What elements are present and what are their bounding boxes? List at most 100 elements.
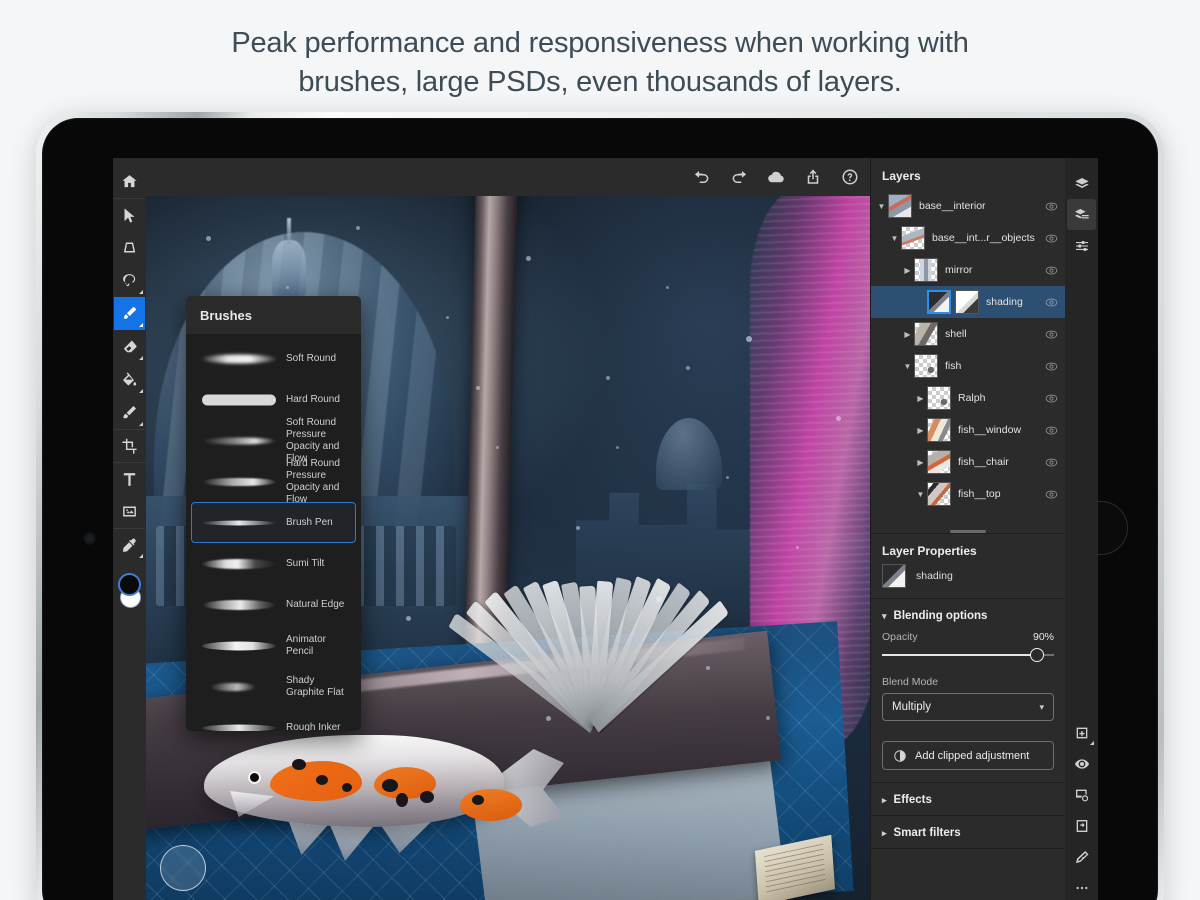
slider-knob[interactable] xyxy=(1029,648,1044,662)
brush-tool-icon[interactable] xyxy=(114,297,145,330)
color-swatches[interactable] xyxy=(114,571,145,613)
text-tool-icon[interactable] xyxy=(114,462,145,495)
layer-thumbnail[interactable] xyxy=(888,194,912,218)
layer-row[interactable]: ▶ mirror xyxy=(871,254,1065,286)
opacity-slider[interactable] xyxy=(882,648,1054,662)
chevron-right-icon[interactable]: ▶ xyxy=(914,394,927,403)
layers-stack-icon[interactable] xyxy=(1067,168,1096,199)
chevron-down-icon[interactable]: ▼ xyxy=(875,202,888,211)
brush-item[interactable]: Brush Pen xyxy=(191,502,356,543)
redo-icon[interactable] xyxy=(729,167,749,187)
visibility-icon[interactable] xyxy=(1043,456,1059,469)
brushes-panel-title: Brushes xyxy=(186,296,361,334)
more-options-icon[interactable] xyxy=(1067,872,1096,900)
clipping-mask-icon[interactable] xyxy=(1067,841,1096,872)
layer-thumbnail[interactable] xyxy=(927,418,951,442)
visibility-icon[interactable] xyxy=(1043,360,1059,373)
brush-item[interactable]: Hard Round Pressure Opacity and Flow xyxy=(191,458,356,505)
visibility-icon[interactable] xyxy=(1043,328,1059,341)
transform-tool-icon[interactable] xyxy=(114,231,145,264)
layer-row[interactable]: ▶ Ralph xyxy=(871,382,1065,414)
brush-item[interactable]: Animator Pencil xyxy=(191,625,356,666)
layer-row[interactable]: ▶ fish__chair xyxy=(871,446,1065,478)
chevron-down-icon[interactable]: ▼ xyxy=(914,490,927,499)
eraser-tool-icon[interactable] xyxy=(114,330,145,363)
visibility-icon[interactable] xyxy=(1067,748,1096,779)
brush-item[interactable]: Natural Edge xyxy=(191,584,356,625)
chevron-right-icon[interactable]: ▶ xyxy=(914,458,927,467)
add-layer-icon[interactable] xyxy=(1067,717,1096,748)
tool-rail xyxy=(113,158,146,900)
layer-row[interactable]: ▼ fish xyxy=(871,350,1065,382)
brush-item[interactable]: Shady Graphite Flat xyxy=(191,666,356,707)
blending-options-header[interactable]: ▾ Blending options xyxy=(871,599,1065,631)
brush-item[interactable]: Soft Round Pressure Opacity and Flow xyxy=(191,417,356,464)
layer-mask-thumbnail[interactable] xyxy=(955,290,979,314)
layer-thumbnail[interactable] xyxy=(927,290,951,314)
add-clipped-adjustment-button[interactable]: Add clipped adjustment xyxy=(882,741,1054,770)
layer-row[interactable]: ▼ base__int...r__objects xyxy=(871,222,1065,254)
share-icon[interactable] xyxy=(803,167,823,187)
brush-item[interactable]: Rough Inker xyxy=(191,707,356,731)
koi-eye xyxy=(248,771,261,784)
home-icon[interactable] xyxy=(114,165,145,198)
brush-item[interactable]: Soft Round xyxy=(191,338,356,379)
visibility-icon[interactable] xyxy=(1043,424,1059,437)
layer-thumbnail[interactable] xyxy=(914,354,938,378)
chevron-down-icon[interactable]: ▼ xyxy=(888,234,901,243)
visibility-icon[interactable] xyxy=(1043,264,1059,277)
brush-item[interactable]: Hard Round xyxy=(191,379,356,420)
layer-thumbnail xyxy=(882,564,906,588)
bokeh-particle xyxy=(476,386,480,390)
chevron-right-icon[interactable]: ▶ xyxy=(901,266,914,275)
canvas-navigator[interactable] xyxy=(160,845,206,891)
layer-row[interactable]: ▶ fish__window xyxy=(871,414,1065,446)
help-icon[interactable] xyxy=(840,167,860,187)
effects-header[interactable]: ▸ Effects xyxy=(871,783,1065,815)
foreground-color-swatch[interactable] xyxy=(118,573,141,596)
layer-list-icon[interactable] xyxy=(1067,199,1096,230)
eyedropper-tool-icon[interactable] xyxy=(114,528,145,561)
place-image-icon[interactable] xyxy=(114,495,145,528)
mask-icon[interactable] xyxy=(1067,779,1096,810)
layer-thumbnail[interactable] xyxy=(914,258,938,282)
layer-thumbnail[interactable] xyxy=(914,322,938,346)
artwork-koi-fish xyxy=(174,713,574,873)
visibility-icon[interactable] xyxy=(1043,488,1059,501)
layer-row[interactable]: ▼ base__interior xyxy=(871,190,1065,222)
layer-row[interactable]: ▼ fish__top xyxy=(871,478,1065,510)
chevron-down-icon[interactable]: ▼ xyxy=(901,362,914,371)
layer-thumbnail[interactable] xyxy=(927,482,951,506)
layer-row[interactable]: ▶ shell xyxy=(871,318,1065,350)
crop-tool-icon[interactable] xyxy=(114,429,145,462)
smudge-tool-icon[interactable] xyxy=(114,396,145,429)
visibility-icon[interactable] xyxy=(1043,200,1059,213)
chevron-right-icon[interactable]: ▶ xyxy=(914,426,927,435)
layer-thumbnail[interactable] xyxy=(901,226,925,250)
layer-name: mirror xyxy=(945,264,973,276)
smart-filters-header[interactable]: ▸ Smart filters xyxy=(871,816,1065,848)
visibility-icon[interactable] xyxy=(1043,232,1059,245)
layer-thumbnail[interactable] xyxy=(927,450,951,474)
layer-thumbnail[interactable] xyxy=(927,386,951,410)
fill-tool-icon[interactable] xyxy=(114,363,145,396)
chevron-right-icon[interactable]: ▶ xyxy=(901,330,914,339)
visibility-icon[interactable] xyxy=(1043,296,1059,309)
layer-row[interactable]: shading xyxy=(871,286,1065,318)
brush-stroke-preview xyxy=(198,346,280,372)
visibility-icon[interactable] xyxy=(1043,392,1059,405)
import-icon[interactable] xyxy=(1067,810,1096,841)
move-tool-icon[interactable] xyxy=(114,198,145,231)
adjustments-icon[interactable] xyxy=(1067,230,1096,261)
layers-list[interactable]: ▼ base__interior ▼ base__int...r__objects ▶ m… xyxy=(871,190,1065,525)
tool-options-corner-icon xyxy=(139,323,143,327)
canvas-area[interactable]: Brushes Soft Round Hard Round Soft Round P… xyxy=(146,158,870,900)
brushes-list[interactable]: Soft Round Hard Round Soft Round Pressure … xyxy=(186,334,361,731)
adjustment-circle-icon xyxy=(894,749,906,762)
cloud-icon[interactable] xyxy=(766,167,786,187)
undo-icon[interactable] xyxy=(692,167,712,187)
blend-mode-select[interactable]: Multiply ▾ xyxy=(882,693,1054,721)
lasso-tool-icon[interactable] xyxy=(114,264,145,297)
brush-item[interactable]: Sumi Tilt xyxy=(191,543,356,584)
bokeh-particle xyxy=(706,666,710,670)
